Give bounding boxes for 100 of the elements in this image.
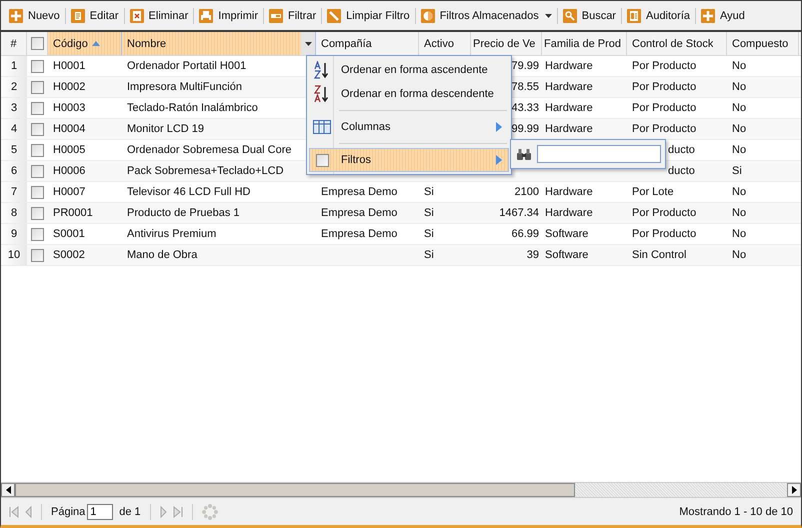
previous-page-icon[interactable]: [25, 506, 32, 518]
toolbar-button[interactable]: Limpiar Filtro: [325, 6, 412, 24]
page-count: de 1: [119, 506, 141, 518]
menu-item[interactable]: Filtros: [309, 148, 509, 172]
toolbar-button[interactable]: Ayud: [699, 6, 747, 24]
table-cell: 43.33: [511, 102, 539, 114]
first-page-icon[interactable]: [9, 506, 19, 518]
circle-icon: [420, 8, 435, 22]
row-number: 4: [1, 119, 27, 139]
table-cell: ducto: [668, 165, 695, 177]
toolbar-button[interactable]: Filtros Almacenados: [418, 6, 554, 24]
sort-descending-icon: [314, 85, 330, 103]
table-cell: H0006: [53, 165, 86, 177]
row-number: 6: [1, 161, 27, 181]
table-cell: 78.55: [511, 81, 539, 93]
table-cell: ducto: [668, 144, 695, 156]
toolbar-button[interactable]: Eliminar: [128, 6, 190, 24]
menu-item[interactable]: Ordenar en forma ascendente: [309, 58, 509, 82]
table-cell: Hardware: [545, 186, 593, 198]
table-cell: H0005: [53, 144, 86, 156]
right-arrow-icon: [792, 486, 796, 494]
menu-item[interactable]: Columnas: [309, 115, 509, 139]
plus-icon: [9, 8, 23, 22]
table-cell: Si: [732, 165, 742, 177]
submenu-arrow-icon: [496, 122, 502, 132]
checkbox[interactable]: [31, 102, 44, 114]
table-cell: Empresa Demo: [321, 207, 398, 219]
checkbox[interactable]: [31, 206, 44, 220]
table-cell: No: [732, 207, 746, 219]
page-label: Página: [51, 506, 86, 518]
table-cell: Si: [424, 249, 434, 261]
column-header: #: [1, 32, 27, 55]
table-cell: Por Producto: [632, 123, 696, 135]
scroll-left-button[interactable]: [1, 483, 15, 497]
filter-icon: [269, 8, 283, 22]
table-cell: Hardware: [545, 81, 593, 93]
menu-item[interactable]: Ordenar en forma descendente: [309, 82, 509, 106]
checkbox[interactable]: [31, 122, 44, 136]
table-cell: No: [732, 249, 746, 261]
column-header[interactable]: Código: [48, 32, 122, 55]
scrollbar-thumb[interactable]: [15, 483, 575, 497]
caret-icon: [544, 14, 552, 18]
table-cell: Hardware: [545, 207, 593, 219]
table-cell: S0002: [53, 249, 85, 261]
checkbox[interactable]: [30, 37, 44, 50]
table-cell: Por Lote: [632, 186, 674, 198]
checkbox[interactable]: [31, 186, 44, 198]
checkbox[interactable]: [31, 144, 44, 156]
table-cell: No: [732, 102, 746, 114]
table-cell: Si: [424, 228, 434, 240]
columns-icon: [313, 120, 331, 134]
checkbox[interactable]: [31, 228, 44, 240]
table-cell: Monitor LCD 19: [127, 123, 204, 135]
table-cell: 2100: [514, 186, 539, 198]
table-cell: Empresa Demo: [321, 228, 398, 240]
checkbox[interactable]: [31, 60, 44, 72]
toolbar-button[interactable]: Auditoría: [624, 6, 692, 24]
page-input[interactable]: 1: [87, 504, 114, 520]
filter-input[interactable]: [537, 145, 661, 163]
table-cell: Impresora MultiFunción: [127, 81, 242, 93]
toolbar-button[interactable]: Imprimir: [197, 6, 260, 24]
column-header[interactable]: Familia de Prod: [542, 32, 627, 55]
table-cell: S0001: [53, 228, 85, 240]
table-cell: Producto de Pruebas 1: [127, 207, 240, 219]
checkbox[interactable]: [31, 164, 44, 178]
last-page-icon[interactable]: [172, 506, 183, 518]
table-cell: Pack Sobremesa+Teclado+LCD: [127, 165, 284, 177]
table-cell: Por Producto: [632, 228, 696, 240]
toolbar-button[interactable]: Nuevo: [7, 6, 62, 24]
table-cell: Software: [545, 249, 588, 261]
table-cell: 99.99: [511, 123, 539, 135]
table-cell: Software: [545, 228, 588, 240]
table-cell: Empresa Demo: [321, 186, 398, 198]
table-cell: Antivirus Premium: [127, 228, 216, 240]
checkbox[interactable]: [316, 154, 328, 166]
paging-status: Mostrando 1 - 10 de 10: [679, 506, 793, 518]
checkbox[interactable]: [31, 248, 44, 262]
sort-ascending-icon: [314, 61, 330, 79]
plus-icon: [701, 8, 716, 22]
table-cell: Ordenador Sobremesa Dual Core: [127, 144, 292, 156]
toolbar-button[interactable]: Editar: [68, 6, 121, 24]
submenu-arrow-icon: [496, 155, 502, 165]
column-header[interactable]: Control de Stock: [627, 32, 727, 55]
scroll-right-button[interactable]: [787, 483, 801, 497]
next-page-icon[interactable]: [160, 506, 167, 518]
table-cell: No: [732, 144, 746, 156]
toolbar-button[interactable]: Filtrar: [267, 6, 318, 24]
table-cell: Por Producto: [632, 60, 696, 72]
column-menu-trigger[interactable]: [301, 32, 316, 55]
column-header[interactable]: Nombre: [122, 32, 301, 55]
table-cell: Ordenador Portatil H001: [127, 60, 246, 72]
row-number: 10: [1, 245, 27, 265]
table-cell: Si: [424, 186, 434, 198]
table-cell: 66.99: [511, 228, 539, 240]
toolbar-button[interactable]: Buscar: [560, 6, 618, 24]
table-cell: PR0001: [53, 207, 93, 219]
table-cell: No: [732, 186, 746, 198]
checkbox[interactable]: [31, 80, 44, 94]
column-header[interactable]: Compuesto: [727, 32, 799, 55]
table-cell: No: [732, 60, 746, 72]
